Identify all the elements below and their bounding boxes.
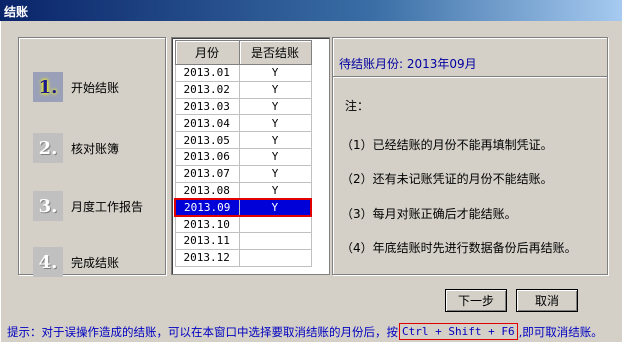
window-body: 1. 开始结账 2. 核对账簿 3. 月度工作报告 4. 完成结账 月份 是否结… xyxy=(0,21,622,342)
month-cell[interactable]: 2013.12 xyxy=(174,248,240,267)
step-2-icon: 2. xyxy=(33,133,63,163)
table-row[interactable]: 2013.10 xyxy=(174,215,312,233)
step-label: 开始结账 xyxy=(71,80,120,95)
closed-flag-cell[interactable]: Y xyxy=(238,97,312,116)
divider xyxy=(333,76,607,78)
cancel-button[interactable]: 取消 xyxy=(516,289,578,312)
shortcut-label: Ctrl + Shift + F6 xyxy=(399,323,518,340)
step-label: 核对账簿 xyxy=(71,141,120,156)
month-cell[interactable]: 2013.03 xyxy=(174,97,240,116)
month-cell[interactable]: 2013.08 xyxy=(174,181,240,200)
window-title-bar: 结账 xyxy=(0,0,622,21)
note-item: （4）年底结账时先进行数据备份后再结账。 xyxy=(341,241,577,255)
note-item: （3）每月对账正确后才能结账。 xyxy=(341,207,517,221)
note-item: （2）还有未记账凭证的月份不能结账。 xyxy=(341,172,553,186)
closed-flag-cell[interactable]: Y xyxy=(238,147,312,166)
closed-flag-cell[interactable]: Y xyxy=(238,64,312,82)
table-row[interactable]: 2013.11 xyxy=(174,231,312,250)
month-cell[interactable]: 2013.06 xyxy=(174,147,240,166)
month-table: 月份 是否结账 2013.01 Y 2013.02 Y 2013.03 Y 2013.04 Y… xyxy=(174,40,312,267)
month-cell[interactable]: 2013.02 xyxy=(174,80,240,99)
hint-prefix: 提示：对于误操作造成的结账，可以在本窗口中选择要取消结账的月份后，按 xyxy=(7,324,398,339)
pending-month-label: 待结账月份: 2013年09月 xyxy=(339,57,477,71)
closed-flag-cell[interactable]: Y xyxy=(238,197,312,217)
closed-flag-cell[interactable]: Y xyxy=(238,181,312,200)
month-cell[interactable]: 2013.09 xyxy=(174,197,240,217)
step-4-icon: 4. xyxy=(33,247,63,277)
month-cell[interactable]: 2013.04 xyxy=(174,114,240,133)
month-grid[interactable]: 月份 是否结账 2013.01 Y 2013.02 Y 2013.03 Y 2013.04 Y… xyxy=(171,37,330,275)
month-cell[interactable]: 2013.10 xyxy=(174,215,240,233)
table-row[interactable]: 2013.07 Y xyxy=(174,164,312,183)
table-row[interactable]: 2013.04 Y xyxy=(174,114,312,133)
step-finish-closing: 4. 完成结账 xyxy=(33,247,163,277)
table-row[interactable]: 2013.02 Y xyxy=(174,80,312,99)
step-1-icon: 1. xyxy=(33,72,63,102)
header-month[interactable]: 月份 xyxy=(174,40,240,65)
month-cell[interactable]: 2013.01 xyxy=(174,64,240,82)
hint-text: 提示：对于误操作造成的结账，可以在本窗口中选择要取消结账的月份后，按 Ctrl … xyxy=(7,323,603,340)
step-start-closing: 1. 开始结账 xyxy=(33,72,163,102)
table-row[interactable]: 2013.03 Y xyxy=(174,97,312,116)
closed-flag-cell[interactable] xyxy=(238,248,312,267)
note-title: 注： xyxy=(345,99,370,113)
step-check-books: 2. 核对账簿 xyxy=(33,133,163,163)
table-row[interactable]: 2013.12 xyxy=(174,248,312,267)
step-monthly-report: 3. 月度工作报告 xyxy=(33,191,163,221)
next-button[interactable]: 下一步 xyxy=(445,289,507,312)
table-row[interactable]: 2013.08 Y xyxy=(174,181,312,200)
month-cell[interactable]: 2013.05 xyxy=(174,131,240,149)
closed-flag-cell[interactable]: Y xyxy=(238,131,312,149)
closed-flag-cell[interactable]: Y xyxy=(238,80,312,99)
month-cell[interactable]: 2013.07 xyxy=(174,164,240,183)
table-row[interactable]: 2013.06 Y xyxy=(174,147,312,166)
step-label: 完成结账 xyxy=(71,255,120,270)
table-row[interactable]: 2013.09 Y xyxy=(174,197,312,217)
window-title: 结账 xyxy=(4,5,29,19)
closed-flag-cell[interactable]: Y xyxy=(238,114,312,133)
table-row[interactable]: 2013.01 Y xyxy=(174,64,312,82)
step-label: 月度工作报告 xyxy=(71,199,144,214)
closed-flag-cell[interactable] xyxy=(238,215,312,233)
hint-suffix: ,即可取消结账。 xyxy=(518,324,603,339)
month-cell[interactable]: 2013.11 xyxy=(174,231,240,250)
note-item: （1）已经结账的月份不能再填制凭证。 xyxy=(341,138,553,152)
closed-flag-cell[interactable] xyxy=(238,231,312,250)
info-panel: 待结账月份: 2013年09月 注： （1）已经结账的月份不能再填制凭证。 （2… xyxy=(332,37,608,275)
steps-panel: 1. 开始结账 2. 核对账簿 3. 月度工作报告 4. 完成结账 xyxy=(18,37,166,277)
closed-flag-cell[interactable]: Y xyxy=(238,164,312,183)
table-row[interactable]: 2013.05 Y xyxy=(174,131,312,149)
step-3-icon: 3. xyxy=(33,191,63,221)
header-closed[interactable]: 是否结账 xyxy=(238,40,312,65)
